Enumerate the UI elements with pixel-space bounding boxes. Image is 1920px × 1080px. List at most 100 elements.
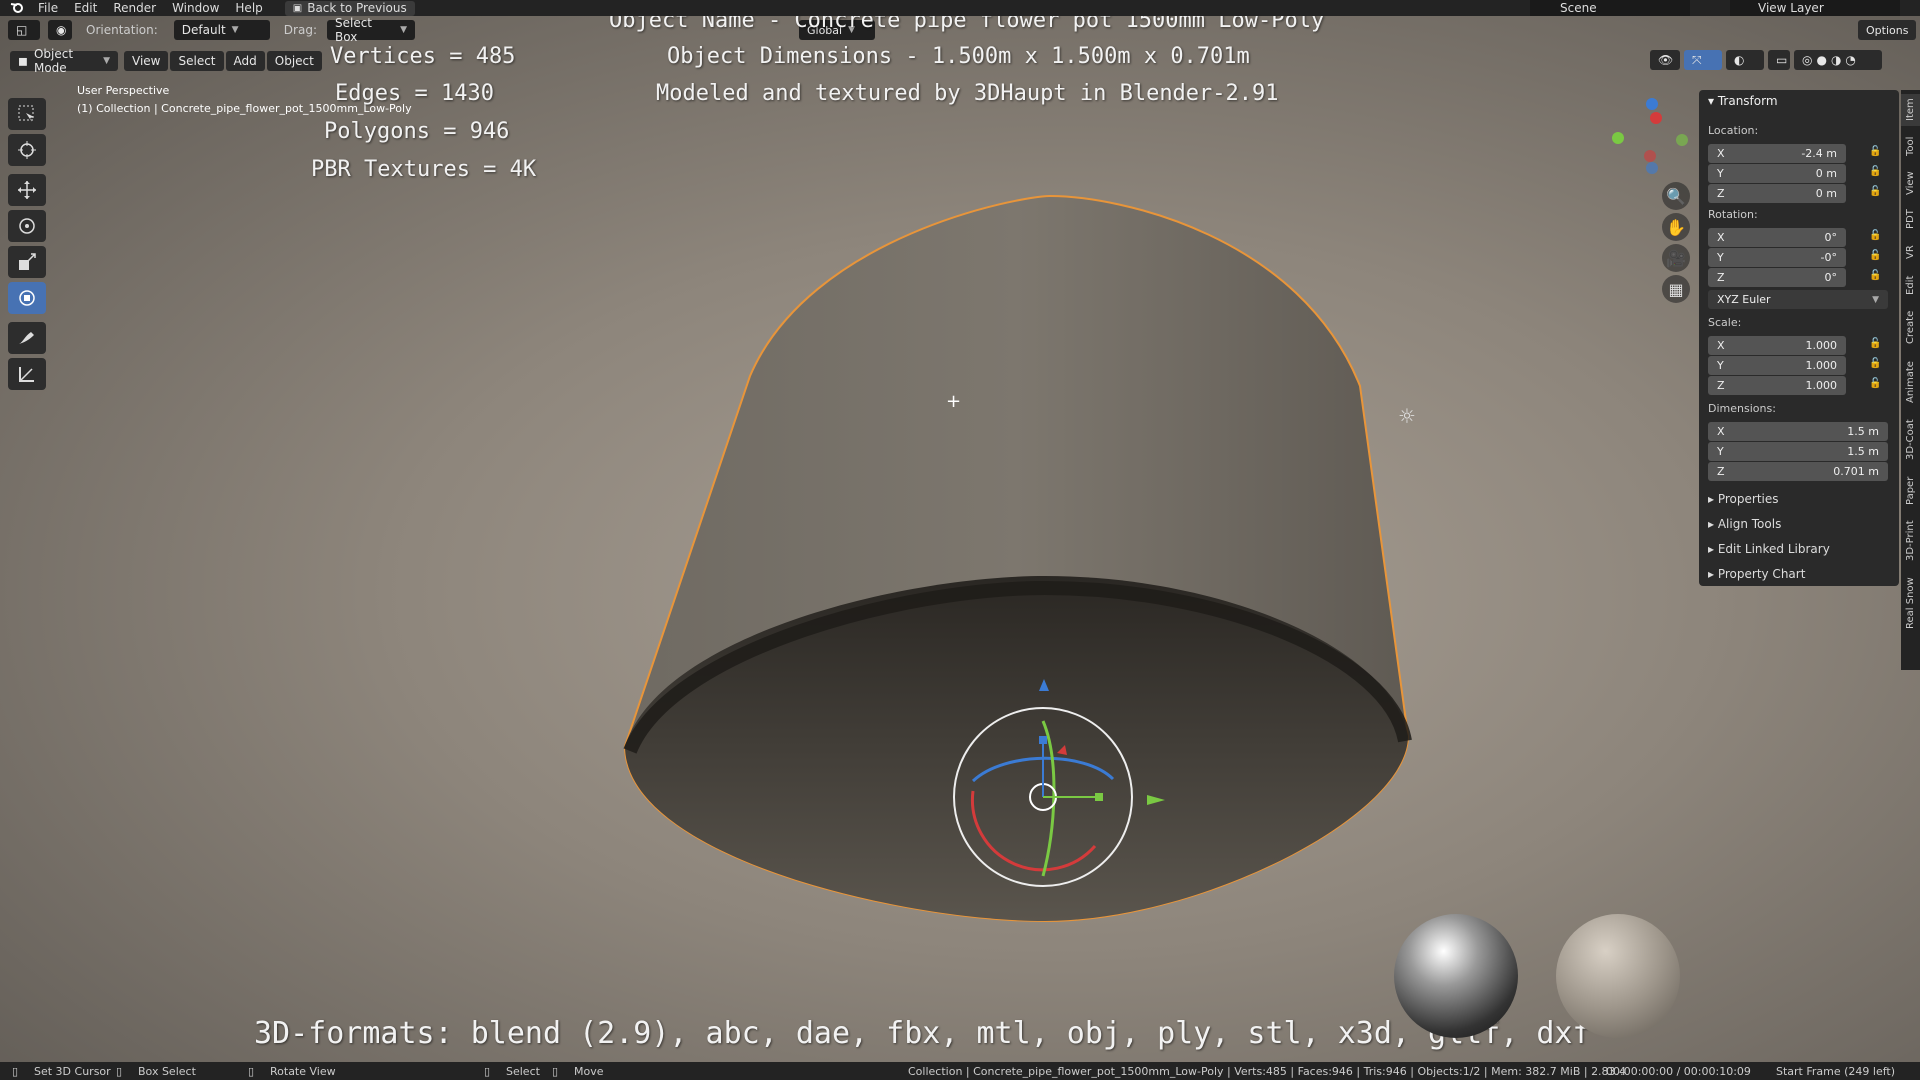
lock-icon[interactable]: 🔓 — [1869, 250, 1881, 261]
shading-mode-icons[interactable]: ◎●◑◔ — [1794, 50, 1882, 70]
light-object-icon[interactable]: ☼ — [1398, 404, 1416, 428]
align-tools-subpanel[interactable]: ▸ Align Tools — [1708, 517, 1781, 531]
menu-render[interactable]: Render — [105, 1, 164, 15]
location-z-field[interactable]: Z 0 m — [1708, 184, 1846, 203]
menu-view[interactable]: View — [124, 51, 169, 71]
menu-help[interactable]: Help — [227, 1, 270, 15]
dimensions-y-field[interactable]: Y 1.5 m — [1708, 442, 1888, 461]
rotation-mode-dropdown[interactable]: XYZ Euler ▼ — [1708, 290, 1888, 309]
cursor-tool[interactable] — [8, 134, 46, 166]
tab-animate[interactable]: Animate — [1901, 354, 1920, 410]
scale-z-field[interactable]: Z 1.000 — [1708, 376, 1846, 395]
editor-type-icon[interactable]: ◱ — [8, 20, 40, 40]
rotation-y-field[interactable]: Y -0° — [1708, 248, 1846, 267]
scale-icon — [19, 253, 36, 270]
lock-icon[interactable]: 🔓 — [1869, 166, 1881, 177]
view-layer-selector[interactable]: View Layer — [1730, 0, 1900, 16]
scene-selector[interactable]: Scene — [1530, 0, 1690, 16]
3d-cursor-icon: + — [946, 391, 962, 412]
options-dropdown[interactable]: Options — [1858, 20, 1916, 40]
tab-3d-print[interactable]: 3D-Print — [1901, 516, 1920, 566]
xray-icon[interactable]: ▭ — [1768, 50, 1790, 70]
lock-icon[interactable]: 🔓 — [1869, 146, 1881, 157]
rotation-z-field[interactable]: Z 0° — [1708, 268, 1846, 287]
transform-panel-header[interactable]: ▾ Transform — [1708, 94, 1778, 108]
pan-hand-icon[interactable]: ✋ — [1662, 213, 1690, 241]
viewport-perspective-label: User Perspective — [77, 84, 170, 97]
menu-window[interactable]: Window — [164, 1, 227, 15]
mouse-right-icon: ▯ — [484, 1065, 491, 1078]
rotate-tool[interactable] — [8, 210, 46, 242]
dimensions-x-field[interactable]: X 1.5 m — [1708, 422, 1888, 441]
tab-tool[interactable]: Tool — [1901, 130, 1920, 162]
lock-icon[interactable]: 🔓 — [1869, 338, 1881, 349]
rotation-z-value: 0° — [1824, 271, 1838, 284]
back-to-previous-button[interactable]: ▣ Back to Previous — [284, 0, 415, 16]
tab-item[interactable]: Item — [1901, 94, 1920, 126]
mode-dropdown[interactable]: ◼ Object Mode ▼ — [10, 47, 118, 75]
dimensions-x-value: 1.5 m — [1847, 425, 1879, 438]
transform-gizmo[interactable] — [945, 671, 1175, 901]
tab-create[interactable]: Create — [1901, 304, 1920, 350]
navigation-axis-gizmo[interactable] — [1600, 88, 1690, 178]
edit-linked-library-subpanel[interactable]: ▸ Edit Linked Library — [1708, 542, 1830, 556]
status-move: Move — [574, 1065, 604, 1078]
menu-file[interactable]: File — [30, 1, 66, 15]
properties-subpanel[interactable]: ▸ Properties — [1708, 492, 1779, 506]
tab-vr[interactable]: VR — [1901, 238, 1920, 266]
tab-edit[interactable]: Edit — [1901, 270, 1920, 300]
drag-dropdown[interactable]: Select Box ▼ — [326, 16, 415, 44]
measure-icon — [19, 367, 34, 382]
overlay-toggle-icon[interactable]: ◐ — [1726, 50, 1764, 70]
location-y-field[interactable]: Y 0 m — [1708, 164, 1846, 183]
status-rotate-view: Rotate View — [270, 1065, 336, 1078]
status-bar: ▯ Set 3D Cursor ▯ Box Select ▯ Rotate Vi… — [0, 1062, 1920, 1080]
gizmo-toggle-icon[interactable]: ⤧ — [1684, 50, 1722, 70]
zoom-icon[interactable]: 🔍 — [1662, 182, 1690, 210]
tab-real-snow[interactable]: Real Snow — [1901, 570, 1920, 636]
scale-tool[interactable] — [8, 246, 46, 278]
tab-view[interactable]: View — [1901, 166, 1920, 200]
menu-add[interactable]: Add — [225, 51, 265, 71]
transform-tool[interactable] — [8, 282, 46, 314]
property-chart-label: Property Chart — [1717, 567, 1806, 581]
menu-select[interactable]: Select — [170, 51, 224, 71]
menu-object[interactable]: Object — [266, 51, 322, 71]
scene-statistics: Collection | Concrete_pipe_flower_pot_15… — [908, 1065, 1627, 1078]
annotate-tool[interactable] — [8, 322, 46, 354]
lock-icon[interactable]: 🔓 — [1869, 230, 1881, 241]
move-tool[interactable] — [8, 174, 46, 206]
camera-view-icon[interactable]: 🎥 — [1662, 244, 1690, 272]
lock-icon[interactable]: 🔓 — [1869, 186, 1881, 197]
rotate-icon — [19, 218, 35, 234]
axis-x-label: X — [1717, 339, 1725, 352]
tab-3d-coat[interactable]: 3D-Coat — [1901, 414, 1920, 466]
rotation-x-field[interactable]: X 0° — [1708, 228, 1846, 247]
sidebar-n-panel: ▾ Transform Location: X -2.4 m Y0 m Z0 m … — [1699, 90, 1899, 586]
tool-icon[interactable]: ◉ — [48, 20, 72, 40]
scale-x-field[interactable]: X 1.000 — [1708, 336, 1846, 355]
measure-tool[interactable] — [8, 358, 46, 390]
timecode: 00:00:00:00 / 00:00:10:09 — [1606, 1065, 1751, 1078]
dimensions-z-field[interactable]: Z 0.701 m — [1708, 462, 1888, 481]
lock-icon[interactable]: 🔓 — [1869, 270, 1881, 281]
lock-icon[interactable]: 🔓 — [1869, 378, 1881, 389]
blender-logo-icon[interactable] — [0, 1, 30, 16]
diffuse-sphere-preview — [1556, 914, 1680, 1038]
visibility-icon[interactable]: 👁 — [1650, 50, 1680, 70]
3d-viewport[interactable]: ◱ ◉ Orientation: Default ▼ Drag: Select … — [0, 16, 1920, 1062]
select-box-tool[interactable] — [8, 98, 46, 130]
location-x-field[interactable]: X -2.4 m — [1708, 144, 1846, 163]
scale-x-value: 1.000 — [1805, 339, 1838, 352]
tab-paper[interactable]: Paper — [1901, 470, 1920, 512]
rotation-x-value: 0° — [1824, 231, 1838, 244]
screen-icon: ▣ — [292, 2, 303, 14]
grid-toggle-icon[interactable]: ▦ — [1662, 275, 1690, 303]
tab-pdt[interactable]: PDT — [1901, 204, 1920, 234]
orientation-dropdown[interactable]: Default ▼ — [173, 20, 270, 40]
scale-y-field[interactable]: Y 1.000 — [1708, 356, 1846, 375]
lock-icon[interactable]: 🔓 — [1869, 358, 1881, 369]
axis-z-label: Z — [1717, 187, 1725, 200]
property-chart-subpanel[interactable]: ▸ Property Chart — [1708, 567, 1805, 581]
menu-edit[interactable]: Edit — [66, 1, 105, 15]
